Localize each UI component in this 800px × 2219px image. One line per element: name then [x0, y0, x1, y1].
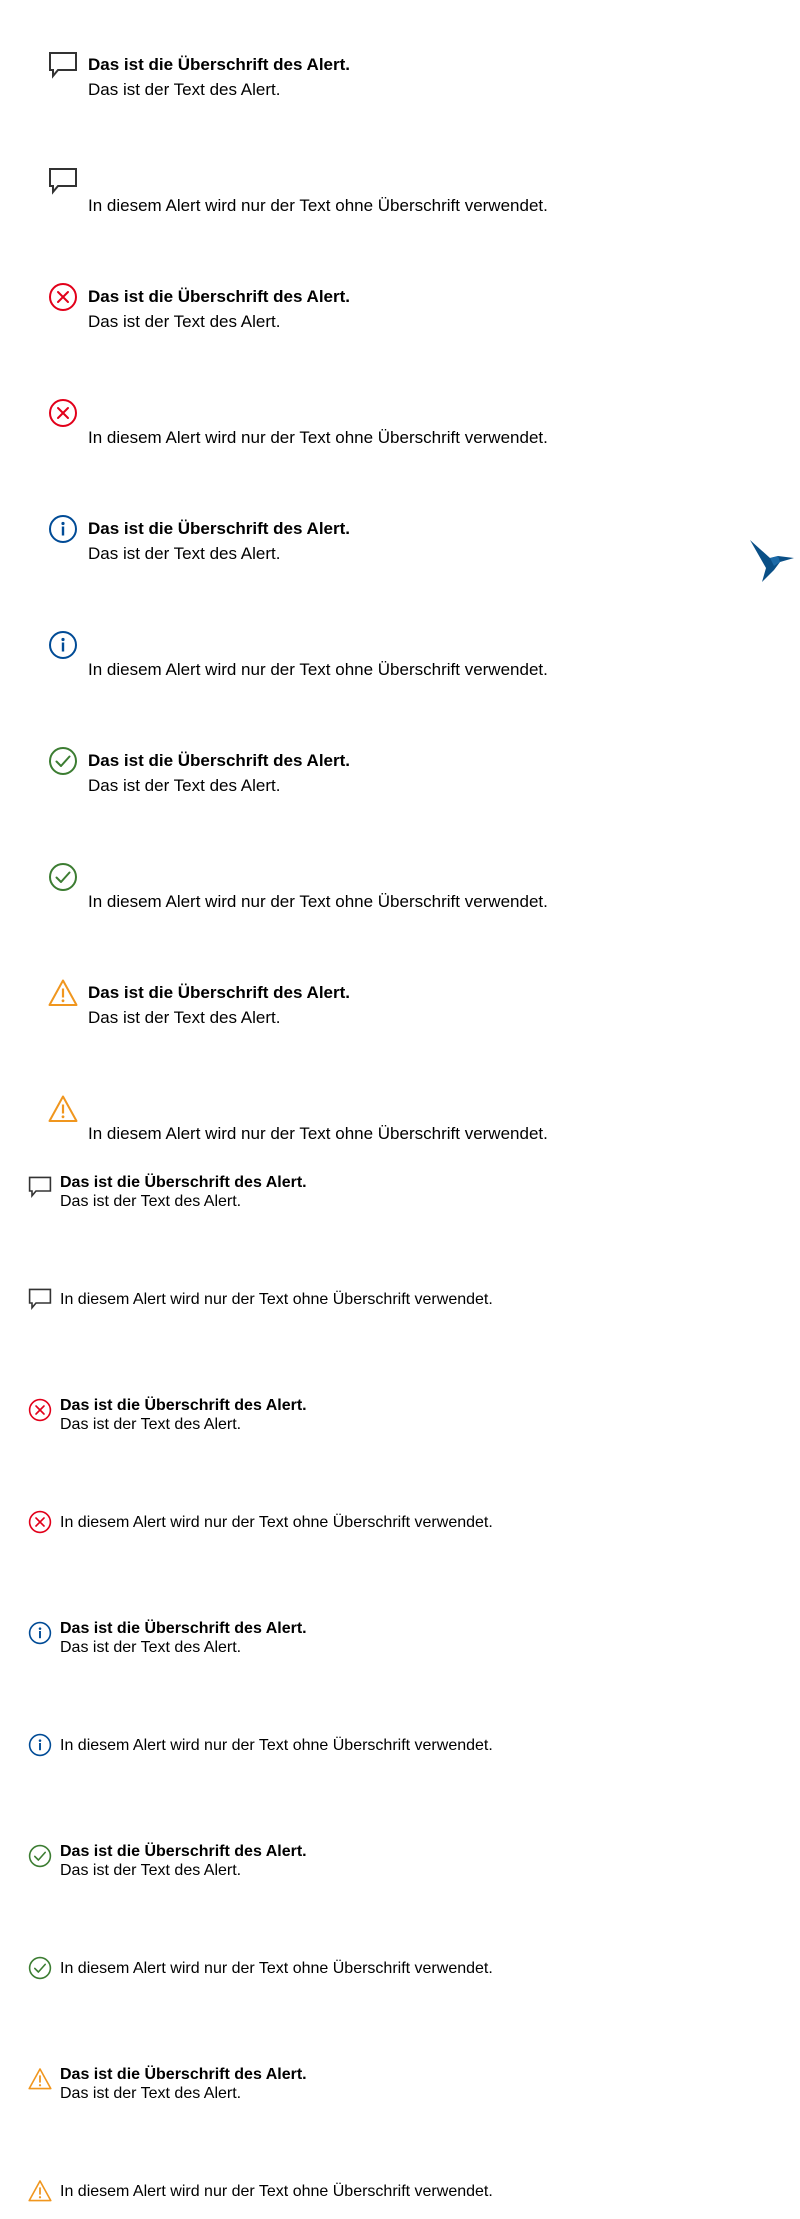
alert-text: In diesem Alert wird nur der Text ohne Ü… [60, 1513, 493, 1531]
alert-text: In diesem Alert wird nur der Text ohne Ü… [88, 660, 548, 679]
alert-success-text-only: In diesem Alert wird nur der Text ohne Ü… [28, 1956, 628, 1996]
alert-text: In diesem Alert wird nur der Text ohne Ü… [60, 1290, 493, 1308]
alert-title: Das ist die Überschrift des Alert. [60, 1174, 307, 1191]
alert-text: Das ist der Text des Alert. [60, 1639, 242, 1656]
alert-info-with-title: Das ist die Überschrift des Alert. Das is… [28, 1620, 628, 1661]
alert-text: In diesem Alert wird nur der Text ohne Ü… [88, 1124, 548, 1143]
speech-bubble-icon [28, 1175, 52, 1199]
alert-title: Das ist die Überschrift des Alert. [88, 983, 351, 1002]
alert-error-text-only: In diesem Alert wird nur der Text ohne Ü… [48, 398, 648, 508]
alert-title: Das ist die Überschrift des Alert. [88, 287, 351, 306]
alert-warning-with-title: Das ist die Überschrift des Alert. Das is… [28, 2066, 628, 2107]
speech-bubble-icon [28, 1287, 52, 1311]
alert-title: Das ist die Überschrift des Alert. [88, 751, 351, 770]
alert-text: In diesem Alert wird nur der Text ohne Ü… [60, 1959, 493, 1977]
speech-bubble-icon [48, 50, 78, 80]
alert-title: Das ist die Überschrift des Alert. [88, 519, 351, 538]
alert-info-text-only: In diesem Alert wird nur der Text ohne Ü… [48, 630, 648, 740]
check-circle-icon [28, 1956, 52, 1980]
alert-info-text-only: In diesem Alert wird nur der Text ohne Ü… [28, 1733, 628, 1773]
alert-text: Das ist der Text des Alert. [88, 80, 281, 99]
speech-bubble-icon [48, 166, 78, 196]
alert-text: In diesem Alert wird nur der Text ohne Ü… [60, 1736, 493, 1754]
alert-message-text-only: In diesem Alert wird nur der Text ohne Ü… [48, 166, 648, 276]
alert-text: Das ist der Text des Alert. [88, 776, 281, 795]
error-circle-icon [48, 398, 78, 428]
alert-text: In diesem Alert wird nur der Text ohne Ü… [60, 2182, 493, 2200]
alert-warning-text-only: In diesem Alert wird nur der Text ohne Ü… [28, 2179, 628, 2219]
check-circle-icon [28, 1844, 52, 1868]
alert-text: Das ist der Text des Alert. [88, 1008, 281, 1027]
alert-text: In diesem Alert wird nur der Text ohne Ü… [88, 428, 548, 447]
alert-error-text-only: In diesem Alert wird nur der Text ohne Ü… [28, 1510, 628, 1550]
alert-title: Das ist die Überschrift des Alert. [88, 55, 351, 74]
alert-text: Das ist der Text des Alert. [88, 312, 281, 331]
alert-text: Das ist der Text des Alert. [60, 1193, 242, 1210]
alert-text: In diesem Alert wird nur der Text ohne Ü… [88, 892, 548, 911]
error-circle-icon [28, 1510, 52, 1534]
alert-text: Das ist der Text des Alert. [60, 2085, 242, 2102]
warning-triangle-icon [48, 978, 78, 1008]
alert-title: Das ist die Überschrift des Alert. [60, 1397, 307, 1414]
alert-message-text-only: In diesem Alert wird nur der Text ohne Ü… [28, 1287, 628, 1327]
error-circle-icon [28, 1398, 52, 1422]
alert-message-with-title: Das ist die Überschrift des Alert. Das is… [28, 1174, 628, 1215]
error-circle-icon [48, 282, 78, 312]
check-circle-icon [48, 746, 78, 776]
info-circle-icon [28, 1621, 52, 1645]
warning-triangle-icon [28, 2179, 52, 2203]
alert-text: Das ist der Text des Alert. [60, 1862, 242, 1879]
alert-error-with-title: Das ist die Überschrift des Alert. Das is… [48, 282, 648, 392]
warning-triangle-icon [28, 2067, 52, 2091]
alert-info-with-title: Das ist die Überschrift des Alert. Das is… [48, 514, 648, 624]
info-circle-icon [48, 514, 78, 544]
alert-title: Das ist die Überschrift des Alert. [60, 1843, 307, 1860]
alert-text: Das ist der Text des Alert. [88, 544, 281, 563]
info-circle-icon [28, 1733, 52, 1757]
alert-title: Das ist die Überschrift des Alert. [60, 2066, 307, 2083]
alert-success-with-title: Das ist die Überschrift des Alert. Das is… [48, 746, 648, 856]
alert-title: Das ist die Überschrift des Alert. [60, 1620, 307, 1637]
info-circle-icon [48, 630, 78, 660]
alert-text: Das ist der Text des Alert. [60, 1416, 242, 1433]
alert-success-with-title: Das ist die Überschrift des Alert. Das is… [28, 1843, 628, 1884]
alert-warning-with-title: Das ist die Überschrift des Alert. Das is… [48, 978, 648, 1088]
hummingbird-icon [750, 540, 794, 582]
warning-triangle-icon [48, 1094, 78, 1124]
alert-message-with-title: Das ist die Überschrift des Alert. Das is… [48, 50, 648, 160]
alert-error-with-title: Das ist die Überschrift des Alert. Das is… [28, 1397, 628, 1438]
check-circle-icon [48, 862, 78, 892]
alert-text: In diesem Alert wird nur der Text ohne Ü… [88, 196, 548, 215]
alert-success-text-only: In diesem Alert wird nur der Text ohne Ü… [48, 862, 648, 972]
